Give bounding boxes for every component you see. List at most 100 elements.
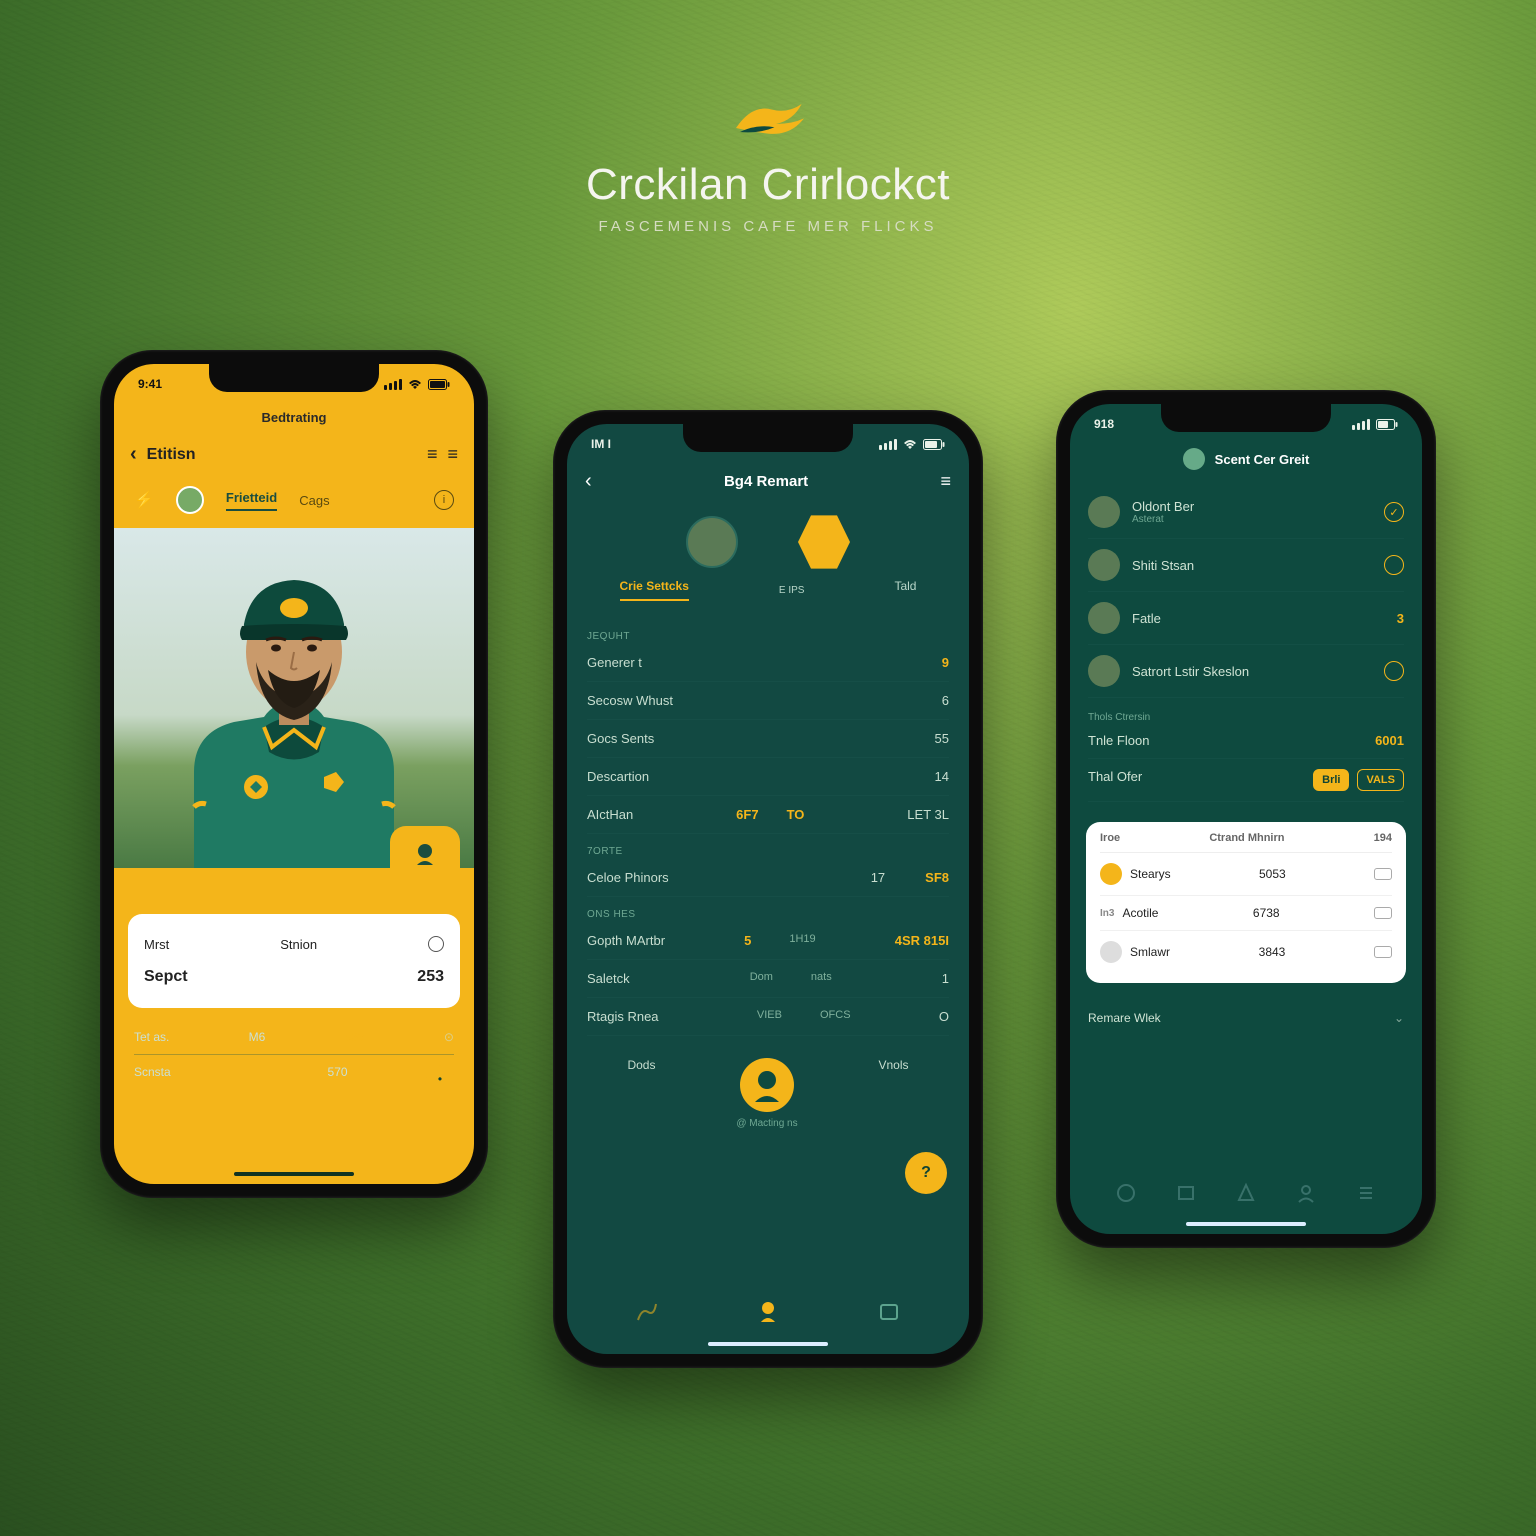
r-reg: Rtagis Rnea <box>587 1009 659 1024</box>
table-row[interactable]: In3Acotile 6738 <box>1100 896 1392 931</box>
chip-1[interactable]: Brli <box>1313 769 1349 791</box>
r-reg-v1: VIEB <box>757 1009 782 1024</box>
lightning-icon[interactable]: ⚡ <box>134 490 154 510</box>
select-badge[interactable]: ✓ <box>1384 502 1404 522</box>
r-sal-v1: Dom <box>750 971 773 986</box>
phone-leaderboard: 918 Scent Cer Greit Oldont BerAsterat ✓ … <box>1056 390 1436 1248</box>
foot-left[interactable]: Dods <box>627 1058 655 1072</box>
home-indicator[interactable] <box>708 1342 828 1346</box>
page-title: Scent Cer Greit <box>1215 452 1310 467</box>
l1c: 533 <box>345 1030 365 1044</box>
s1c-val: 55 <box>935 731 949 746</box>
chevron-down-icon[interactable]: ⌄ <box>1394 1011 1404 1025</box>
nav-3-icon[interactable] <box>876 1298 902 1324</box>
battery-icon <box>923 439 945 450</box>
bottom-nav <box>1070 1172 1422 1214</box>
r-ad-v3: LET 3L <box>907 807 949 822</box>
notch <box>209 364 379 392</box>
select-badge[interactable] <box>1384 661 1404 681</box>
s1a-val: 9 <box>942 655 949 670</box>
more-icon[interactable]: ⊙ <box>444 1030 454 1044</box>
r-sal-v3: 1 <box>942 971 949 986</box>
r-mar-v1: 5 <box>744 933 751 948</box>
r-mar-v3: 4SR 815I <box>895 933 949 948</box>
phone-stats: IM I ‹ Bg4 Remart ≡ Crie Settcks E IPS T… <box>553 410 983 1368</box>
signal-icon <box>879 439 897 450</box>
card-r1b: Stnion <box>280 937 317 952</box>
tab-b[interactable]: Tald <box>894 579 916 601</box>
tab-a[interactable]: Frietteid <box>226 490 277 511</box>
page-title: Etitisn <box>147 446 196 464</box>
chip-2[interactable]: VALS <box>1357 769 1404 791</box>
r-reg-v3: O <box>939 1009 949 1024</box>
player-a-avatar[interactable] <box>686 516 738 568</box>
player-b-hex[interactable] <box>798 513 850 571</box>
lower-stats: Tet as. M6 533 ⊙ Scnsta 570 • <box>114 1008 474 1115</box>
player-face-icon[interactable] <box>740 1058 794 1112</box>
foot-right[interactable]: Vnols <box>879 1058 909 1072</box>
status-time: 918 <box>1094 417 1114 431</box>
r-mar: Gopth MArtbr <box>587 933 665 948</box>
sec2-label: 7orte <box>587 834 949 859</box>
table-row[interactable]: Smlawr 3843 <box>1100 931 1392 973</box>
r1b: 6001 <box>1375 733 1404 748</box>
list-item[interactable]: Satrort Lstir Skeslon <box>1088 645 1404 698</box>
refresh-icon[interactable] <box>428 936 444 952</box>
checkbox-icon[interactable] <box>1374 868 1392 880</box>
footer-label: Remare Wlek <box>1088 1011 1161 1025</box>
l2b: 570 <box>328 1065 348 1093</box>
home-indicator[interactable] <box>1186 1222 1306 1226</box>
table-row[interactable]: Stearys 5053 <box>1100 853 1392 896</box>
info-icon[interactable]: i <box>434 490 454 510</box>
fab-mini[interactable]: • <box>426 1065 454 1093</box>
nav-1-icon[interactable] <box>634 1298 660 1324</box>
select-badge[interactable] <box>1384 555 1404 575</box>
page-title: Bg4 Remart <box>724 473 808 490</box>
sec3-label: Ons HES <box>587 897 949 922</box>
checkbox-icon[interactable] <box>1374 907 1392 919</box>
r2a: Thal Ofer <box>1088 769 1142 791</box>
tab-mid: E IPS <box>779 585 805 596</box>
list-item[interactable]: Fatle 3 <box>1088 592 1404 645</box>
r-sal-v2: nats <box>811 971 832 986</box>
nav-icon[interactable] <box>1235 1182 1257 1204</box>
avatar[interactable] <box>176 486 204 514</box>
back-icon[interactable]: ‹ <box>130 443 137 466</box>
battery-icon <box>428 379 450 390</box>
nav-icon[interactable] <box>1295 1182 1317 1204</box>
back-icon[interactable]: ‹ <box>585 470 592 493</box>
card-r2a: Sepct <box>144 968 188 986</box>
r-ad-v2: TO <box>787 807 805 822</box>
checkbox-icon[interactable] <box>1374 946 1392 958</box>
r1a: Tnle Floon <box>1088 733 1149 748</box>
r-sal: Saletck <box>587 971 630 986</box>
bottom-nav <box>567 1288 969 1334</box>
nav-2-icon[interactable] <box>755 1298 781 1324</box>
h3: 194 <box>1374 832 1392 844</box>
menu-icon[interactable]: ≡ <box>940 471 951 492</box>
filter-icon[interactable]: ≡ <box>427 444 438 465</box>
list-item[interactable]: Shiti Stsan <box>1088 539 1404 592</box>
list-item[interactable]: Oldont BerAsterat ✓ <box>1088 486 1404 539</box>
nav-icon[interactable] <box>1355 1182 1377 1204</box>
nav-icon[interactable] <box>1115 1182 1137 1204</box>
s1a: Generer t <box>587 655 642 670</box>
tab-b[interactable]: Cags <box>299 493 329 508</box>
brand-subtitle: FASCEMENIS CAFE MER FLICKS <box>0 218 1536 235</box>
home-indicator[interactable] <box>234 1172 354 1176</box>
card-r2b: 253 <box>417 968 444 986</box>
player-chip[interactable]: Dicesic <box>390 826 460 868</box>
menu-icon[interactable]: ≡ <box>447 444 458 465</box>
player-photo: Dicesic <box>114 528 474 868</box>
player-list: Oldont BerAsterat ✓ Shiti Stsan Fatle 3 … <box>1070 482 1422 702</box>
brand-title: Crckilan Crirlockct <box>0 160 1536 210</box>
header-avatar[interactable] <box>1183 448 1205 470</box>
r-desc-val: 14 <box>935 769 949 784</box>
nav-icon[interactable] <box>1175 1182 1197 1204</box>
help-fab[interactable]: ? <box>905 1152 947 1194</box>
tab-a[interactable]: Crie Settcks <box>620 579 689 601</box>
phone-profile: 9:41 Bedtrating ‹ Etitisn ≡ ≡ <box>100 350 488 1198</box>
status-time: 9:41 <box>138 377 162 391</box>
avatar <box>1088 549 1120 581</box>
avatar <box>1088 602 1120 634</box>
